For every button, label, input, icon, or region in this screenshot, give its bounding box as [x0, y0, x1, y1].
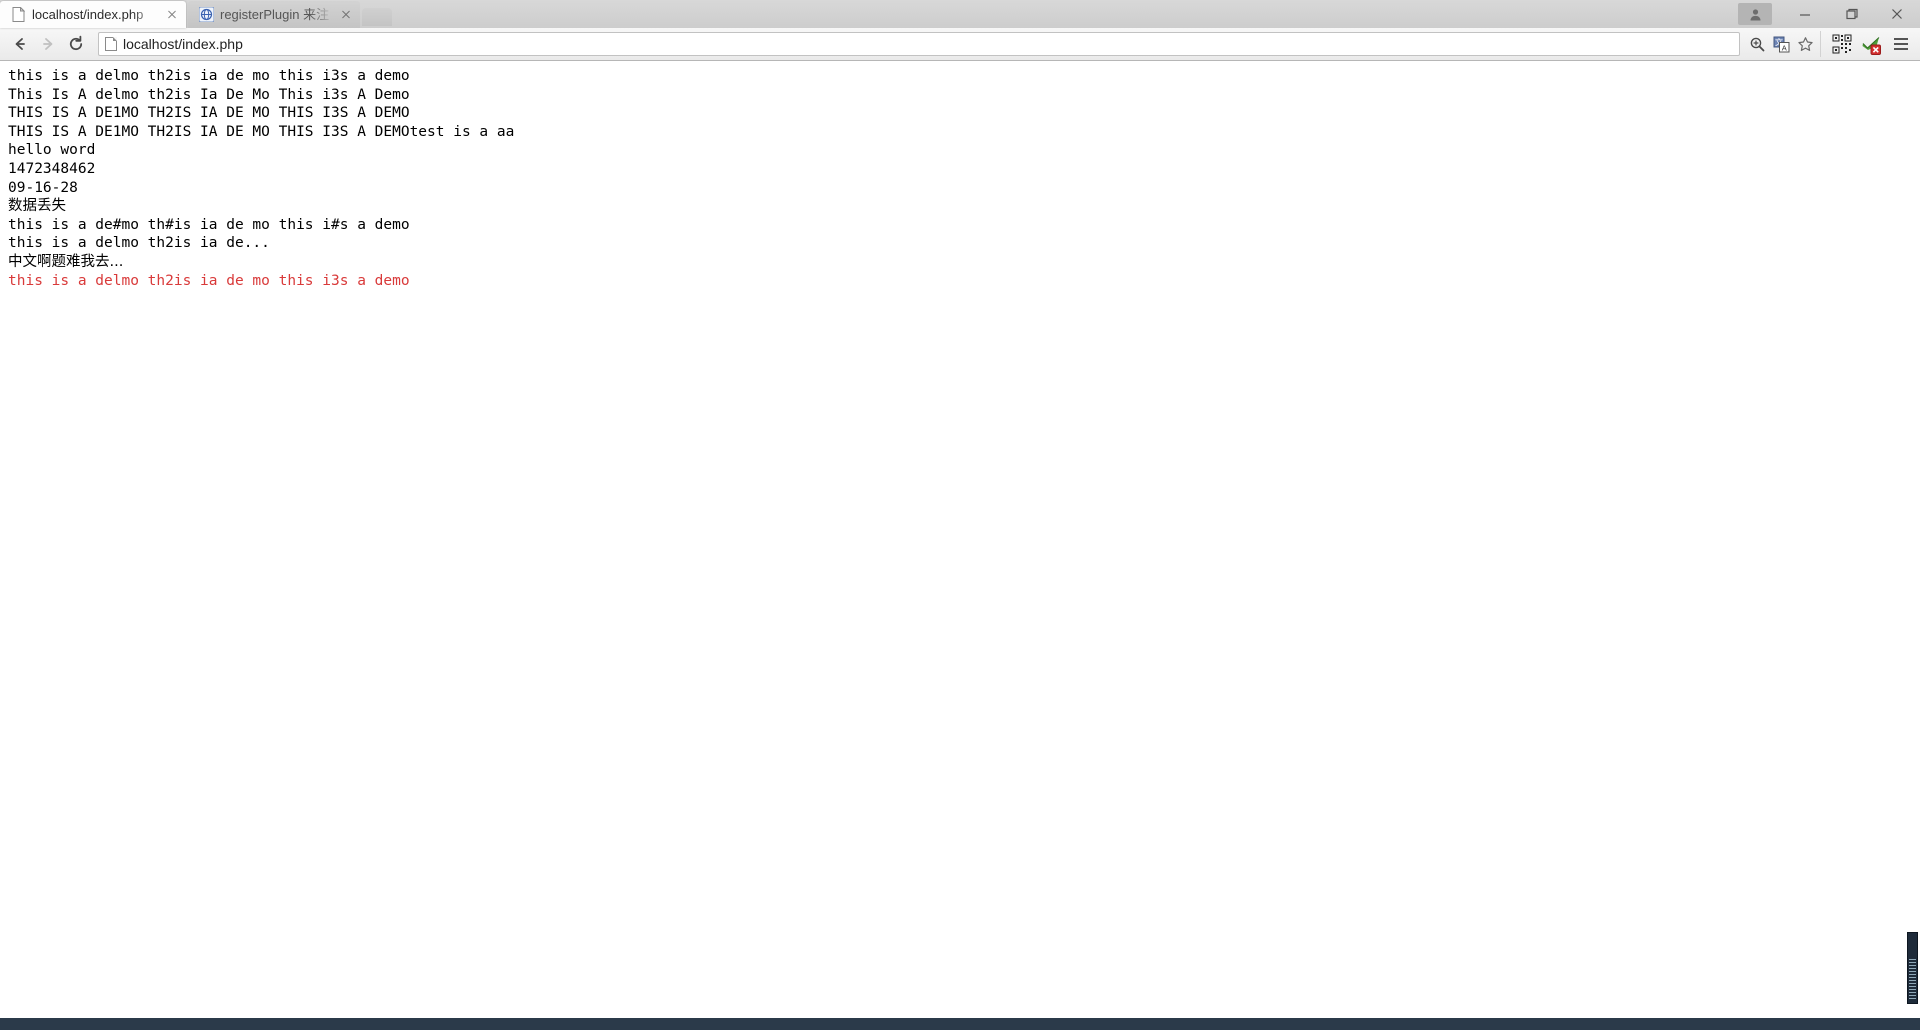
address-bar[interactable]: localhost/index.php [98, 32, 1740, 56]
tab-title: registerPlugin 来注 [220, 6, 330, 22]
output-line: THIS IS A DE1MO TH2IS IA DE MO THIS I3S … [8, 105, 410, 122]
output-line: 中文啊题难我去... [8, 253, 124, 270]
bookmark-star-icon[interactable] [1794, 33, 1816, 55]
reload-button[interactable] [62, 30, 90, 58]
menu-button[interactable] [1888, 31, 1914, 57]
forward-button[interactable] [34, 30, 62, 58]
output-line: THIS IS A DE1MO TH2IS IA DE MO THIS I3S … [8, 123, 515, 140]
tab-registerplugin[interactable]: registerPlugin 来注 [188, 1, 360, 28]
svg-text:A: A [1781, 43, 1786, 52]
tab-strip: localhost/index.php registerPlugin 来注 [0, 0, 1920, 28]
output-line: This Is A delmo th2is Ia De Mo This i3s … [8, 86, 410, 103]
menu-bar-2 [1894, 43, 1908, 45]
back-button[interactable] [6, 30, 34, 58]
output-line: this is a delmo th2is ia de... [8, 235, 270, 252]
output-line: hello word [8, 142, 96, 159]
close-button[interactable] [1874, 0, 1920, 28]
browser-toolbar: localhost/index.php 文 A [0, 28, 1920, 61]
avatar-icon[interactable] [1738, 3, 1772, 25]
output-line: 09-16-28 [8, 179, 78, 196]
maximize-button[interactable] [1828, 0, 1874, 28]
qrcode-icon[interactable] [1829, 31, 1855, 57]
window-controls [1738, 0, 1920, 28]
output-line: this is a delmo th2is ia de mo this i3s … [8, 68, 410, 84]
page-icon [105, 37, 117, 51]
vertical-scrollbar[interactable] [1904, 61, 1920, 1018]
tab-localhost-index[interactable]: localhost/index.php [0, 1, 186, 28]
close-icon[interactable] [338, 7, 354, 23]
close-icon[interactable] [164, 7, 180, 23]
toolbar-extensions [1820, 31, 1884, 57]
bottom-bar [0, 1018, 1920, 1030]
browser-window: localhost/index.php registerPlugin 来注 lo… [0, 0, 1920, 1030]
omnibox-actions: 文 A [1746, 33, 1816, 55]
menu-bar-1 [1894, 38, 1908, 40]
menu-bar-3 [1894, 48, 1908, 50]
page-content: this is a delmo th2is ia de mo this i3s … [0, 61, 1920, 1030]
output-line: this is a de#mo th#is ia de mo this i#s … [8, 216, 410, 233]
output-line: 1472348462 [8, 160, 96, 177]
page-icon [10, 7, 26, 23]
output-line: 数据丢失 [8, 198, 66, 215]
scrollbar-thumb[interactable] [1907, 932, 1918, 1004]
minimize-button[interactable] [1782, 0, 1828, 28]
new-tab-button[interactable] [362, 8, 392, 26]
address-bar-text: localhost/index.php [123, 36, 243, 52]
output-line-error: this is a delmo th2is ia de mo this i3s … [8, 272, 410, 289]
checkmark-error-badge-icon[interactable] [1858, 31, 1884, 57]
zoom-icon[interactable] [1746, 33, 1768, 55]
globe-icon [198, 7, 214, 23]
translate-icon[interactable]: 文 A [1770, 33, 1792, 55]
tab-title: localhost/index.php [32, 6, 144, 22]
